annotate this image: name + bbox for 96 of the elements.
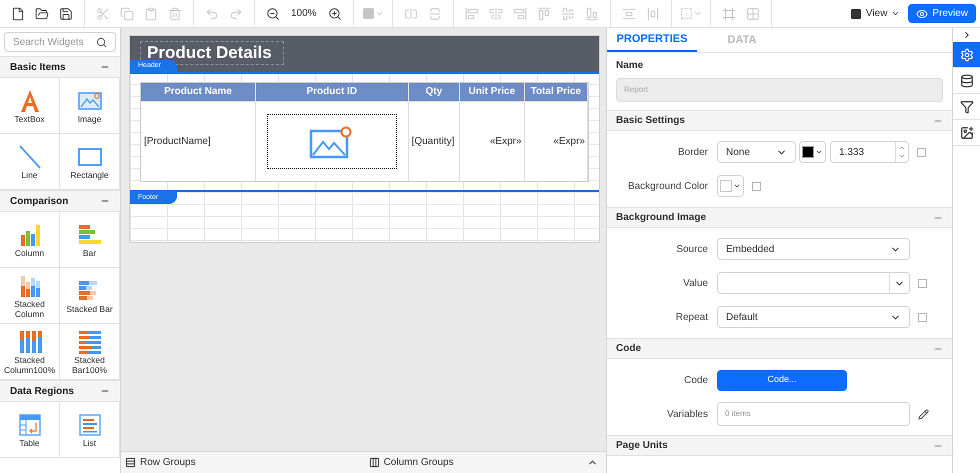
section-header[interactable]: Data Regions — [0, 380, 120, 402]
widget-item[interactable]: Stacked Bar — [60, 268, 120, 324]
save-icon — [59, 6, 73, 20]
paste-icon — [144, 6, 158, 20]
align-left-icon — [464, 6, 479, 20]
widget-item[interactable]: Image — [60, 78, 120, 134]
section-header[interactable]: Code — [607, 338, 952, 359]
align-bottom-icon — [584, 6, 599, 20]
table-cell-text: [ProductName] — [144, 135, 211, 149]
checkbox[interactable] — [917, 148, 926, 156]
property-label: Repeat — [674, 310, 709, 324]
widget-item[interactable]: Stacked Column — [0, 268, 60, 324]
name-label: Name — [616, 59, 644, 73]
zoom-out-icon — [266, 6, 280, 20]
table-cell-text: [Quantity] — [412, 135, 454, 149]
border-style-dropdown[interactable]: None — [717, 141, 796, 163]
property-label: Value — [682, 276, 709, 290]
align-top-icon — [536, 6, 551, 20]
view-dropdown[interactable]: View — [850, 6, 900, 21]
search-input[interactable]: Search Widgets — [13, 34, 96, 50]
zoom-in-icon — [328, 6, 342, 20]
distribute-horizontal-icon — [646, 6, 660, 20]
property-label: Source — [675, 242, 709, 256]
checkbox[interactable] — [752, 182, 761, 190]
zoom-level: 100% — [290, 7, 318, 21]
eye-icon — [916, 8, 928, 20]
caret-icon — [815, 148, 823, 156]
widget-item[interactable]: Table — [0, 402, 60, 458]
column-header: Product ID — [256, 83, 409, 101]
section-header[interactable]: Background Image — [607, 207, 952, 228]
number-field[interactable]: 1.333 — [830, 141, 909, 163]
panel-tab[interactable]: PROPERTIES — [607, 28, 697, 52]
column-header: Unit Price — [460, 83, 525, 101]
columns-icon — [368, 457, 380, 468]
value-combo-field[interactable] — [717, 272, 910, 294]
property-label: Variables — [666, 408, 709, 422]
edit-icon[interactable] — [918, 408, 929, 420]
column-header: Qty — [408, 83, 460, 101]
widget-item[interactable]: List — [60, 402, 120, 458]
delete-icon — [168, 6, 182, 20]
property-label: Border — [676, 146, 709, 160]
caret-icon — [898, 152, 906, 160]
widget-item[interactable]: Bar — [60, 212, 120, 268]
property-label: Code — [683, 374, 709, 388]
distribute-vertical-icon — [622, 6, 636, 20]
column-header: Total Price — [524, 83, 588, 101]
align-center-icon — [488, 6, 503, 20]
rows-icon — [125, 457, 136, 468]
split-horizontal-icon — [404, 6, 418, 20]
caret-icon — [733, 182, 741, 190]
split-vertical-icon — [428, 6, 442, 20]
undo-icon — [205, 6, 219, 20]
settings-tab[interactable] — [953, 42, 980, 68]
color-picker[interactable] — [799, 141, 826, 163]
align-middle-icon — [560, 6, 575, 20]
row-groups-button[interactable]: Row Groups — [125, 455, 196, 470]
folder-icon — [35, 6, 49, 20]
select-dropdown[interactable]: Default — [717, 306, 910, 328]
table-cell-text: «Expr» — [490, 135, 522, 149]
copy-icon — [120, 6, 134, 20]
widget-item[interactable]: TextBox — [0, 78, 60, 134]
image-placeholder[interactable] — [266, 114, 397, 169]
database-icon — [960, 74, 974, 88]
color-picker[interactable] — [717, 175, 744, 197]
search-field[interactable]: Search Widgets — [4, 32, 116, 52]
column-groups-button[interactable]: Column Groups — [368, 455, 454, 470]
search-icon — [96, 36, 107, 48]
new-file-icon — [11, 6, 25, 20]
cut-icon — [96, 6, 110, 20]
layout-icon — [850, 8, 862, 20]
image-settings-icon — [960, 126, 974, 140]
grid-icon — [746, 6, 760, 20]
widget-item[interactable]: Column — [0, 212, 60, 268]
caret-up-icon — [898, 144, 906, 152]
redo-icon — [229, 6, 243, 20]
align-right-icon — [512, 6, 527, 20]
column-header: Product Name — [141, 83, 256, 101]
section-header[interactable]: Basic Settings — [607, 110, 952, 131]
selection-icon — [680, 7, 693, 20]
frame-icon — [722, 6, 736, 20]
select-dropdown[interactable]: Embedded — [717, 238, 910, 260]
caret-icon — [891, 9, 900, 18]
section-header[interactable]: Comparison — [0, 190, 120, 212]
section-header[interactable]: Basic Items — [0, 56, 120, 78]
preview-button[interactable]: Preview — [908, 4, 976, 23]
fill-icon — [362, 7, 375, 20]
checkbox[interactable] — [918, 278, 927, 288]
property-label: Background Color — [626, 180, 709, 194]
settings-icon — [960, 48, 974, 62]
filter-icon — [960, 100, 974, 114]
section-header[interactable]: Page Units — [607, 435, 952, 456]
table-cell-text: «Expr» — [553, 135, 585, 149]
code-button[interactable]: Code... — [717, 370, 847, 390]
caret-icon — [374, 9, 384, 18]
checkbox[interactable] — [918, 312, 927, 322]
caret-icon — [692, 9, 702, 18]
